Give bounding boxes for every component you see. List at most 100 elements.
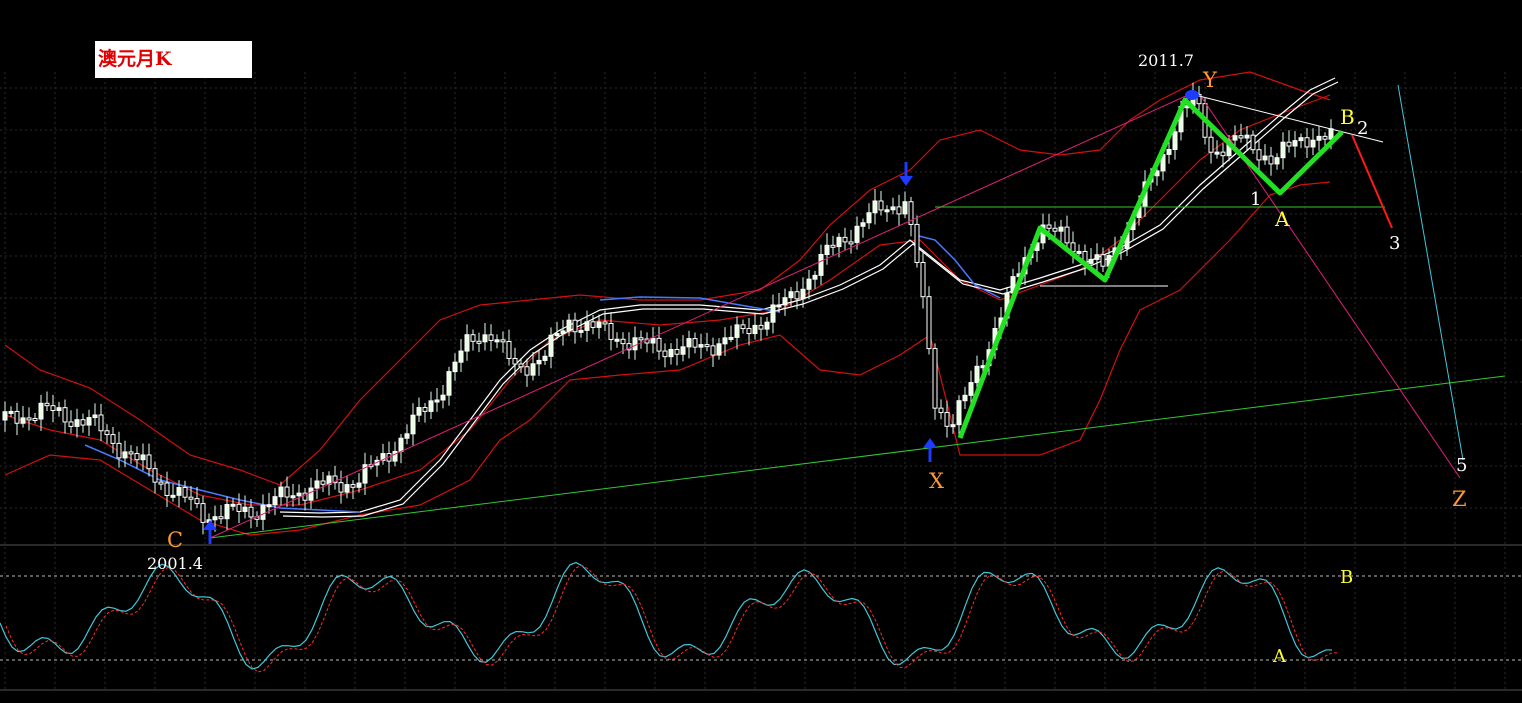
candle-body (1292, 140, 1298, 147)
up-arrow-icon (923, 438, 937, 462)
candle-body (1064, 226, 1070, 244)
candle-body (1304, 137, 1310, 148)
candle-body (548, 334, 554, 357)
date-label-peak: 2011.7 (1138, 51, 1194, 70)
candle-body (764, 321, 770, 330)
candle-body (440, 394, 446, 401)
candle-body (560, 330, 566, 335)
candle-body (26, 417, 32, 421)
candle-body (698, 344, 704, 348)
candle-body (566, 319, 572, 332)
candle-body (680, 346, 686, 355)
candle-body (230, 503, 236, 507)
wave-label-y: Y (1202, 68, 1218, 92)
candle-body (686, 338, 692, 348)
candle-body (854, 225, 860, 243)
candle-body (1328, 128, 1334, 140)
candle-body (110, 434, 116, 444)
candle-body (596, 321, 602, 328)
candle-body (602, 321, 608, 325)
candle-body (788, 291, 794, 299)
candle-body (512, 357, 518, 365)
candle-body (1280, 141, 1286, 159)
candle-body (392, 450, 398, 462)
candle-body (890, 206, 896, 211)
bollinger-lower (4, 181, 1331, 536)
candle-body (902, 201, 908, 215)
candle-body (860, 222, 866, 227)
candle-body (248, 506, 254, 518)
candle-body (116, 442, 122, 459)
candle-body (266, 504, 272, 508)
candle-body (926, 296, 932, 350)
candle-body (944, 412, 950, 427)
candle-body (188, 496, 194, 500)
candle-body (1172, 131, 1178, 150)
candle-body (1088, 258, 1094, 264)
candle-body (1208, 136, 1214, 153)
candle-body (128, 451, 134, 455)
candle-body (800, 288, 806, 300)
candle-body (50, 405, 56, 411)
candle-body (62, 407, 68, 423)
wave-label-c: C (167, 528, 183, 552)
candle-body (818, 254, 824, 276)
candle-body (632, 337, 638, 351)
candle-body (608, 323, 614, 340)
candle-body (758, 324, 764, 330)
candle-body (1100, 254, 1106, 267)
ma-white-b (282, 81, 1339, 518)
candle-body (314, 480, 320, 489)
candle-body (872, 200, 878, 214)
candle-body (2, 411, 8, 421)
candle-body (1316, 135, 1322, 141)
candle-body (20, 417, 26, 424)
candle-body (38, 402, 44, 420)
candle-body (308, 487, 314, 501)
candle-body (1298, 137, 1304, 142)
peak-marker-icon (1185, 90, 1199, 100)
candle-body (1262, 155, 1268, 161)
candle-body (224, 504, 230, 520)
candle-body (806, 278, 812, 290)
count-mark-1: 1 (1250, 189, 1261, 210)
candle-body (32, 417, 38, 421)
candle-body (446, 371, 452, 396)
candle-body (176, 486, 182, 496)
candle-body (170, 494, 176, 498)
candle-body (950, 424, 956, 428)
candle-body (674, 348, 680, 355)
candle-body (812, 274, 818, 280)
candle-body (356, 482, 362, 488)
candle-body (158, 481, 164, 485)
candle-body (1052, 227, 1058, 232)
candle-body (242, 506, 248, 512)
candle-body (728, 336, 734, 340)
candle-body (482, 334, 488, 343)
candle-body (1046, 224, 1052, 229)
candle-body (1256, 149, 1262, 161)
candle-body (338, 482, 344, 493)
count-mark-3: 3 (1389, 233, 1400, 254)
candle-body (272, 496, 278, 506)
candle-body (1286, 141, 1292, 147)
candle-body (428, 400, 434, 412)
candle-body (200, 503, 206, 523)
candle-body (284, 486, 290, 498)
candle-body (554, 333, 560, 337)
date-label-start: 2001.4 (147, 554, 203, 573)
long-trendline (209, 375, 1506, 539)
candle-body (122, 451, 128, 459)
candle-body (434, 399, 440, 403)
candle-body (830, 244, 836, 248)
wave-label-x: X (929, 469, 944, 493)
candle-body (920, 261, 926, 298)
candle-body (704, 344, 710, 348)
candle-body (878, 200, 884, 211)
candle-body (164, 482, 170, 496)
candle-body (524, 366, 530, 376)
candle-body (140, 454, 146, 461)
candle-body (842, 236, 848, 243)
candle-body (398, 437, 404, 452)
stoch-label-b: B (1340, 567, 1353, 588)
